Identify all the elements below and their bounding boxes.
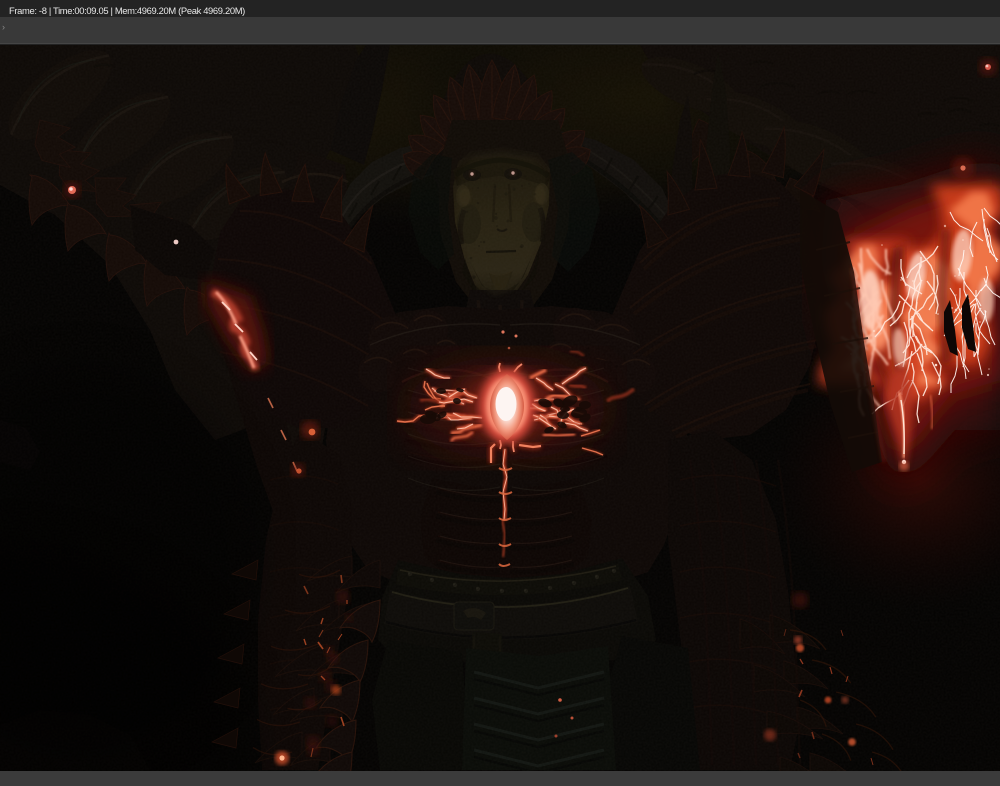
svg-text:›: › xyxy=(2,22,5,32)
svg-text:Frame: -8 | Time:00:09.05 | Me: Frame: -8 | Time:00:09.05 | Mem:4969.20M… xyxy=(9,5,245,16)
